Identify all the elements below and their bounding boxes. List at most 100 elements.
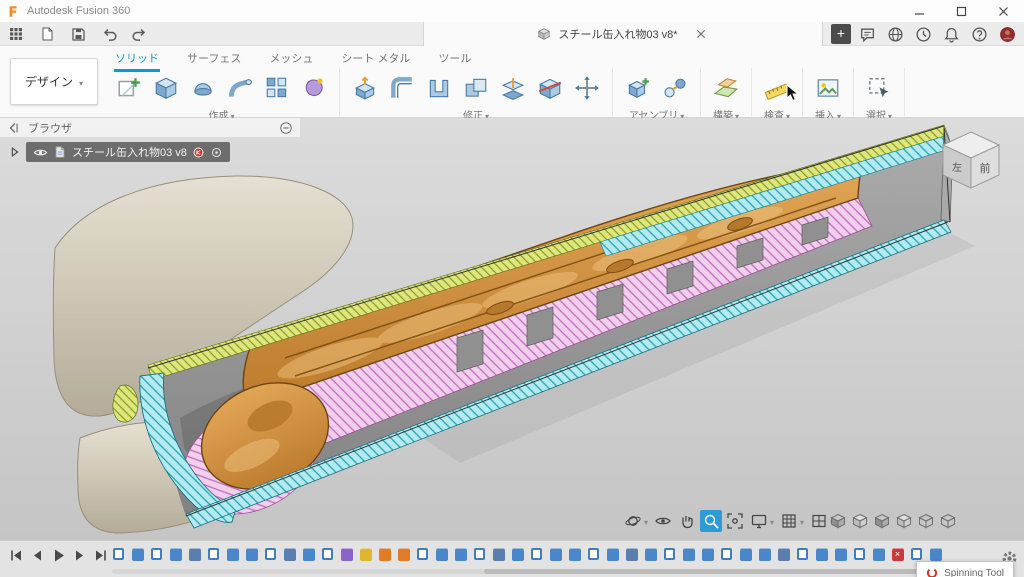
app-grid-button[interactable] bbox=[6, 24, 26, 44]
timeline-feature-feature[interactable] bbox=[511, 546, 524, 562]
primitive-box-button[interactable] bbox=[149, 69, 183, 107]
move-copy-button[interactable] bbox=[570, 69, 604, 107]
go-to-end-button[interactable] bbox=[92, 547, 109, 564]
timeline-feature-feature[interactable] bbox=[682, 546, 695, 562]
timeline-feature-appearance[interactable] bbox=[397, 546, 410, 562]
dropdown-caret-icon[interactable] bbox=[768, 512, 774, 530]
construction-plane-button[interactable] bbox=[709, 69, 743, 107]
timeline-feature-appearance[interactable] bbox=[378, 546, 391, 562]
timeline-feature-feature[interactable] bbox=[359, 546, 372, 562]
cube-solid-button[interactable] bbox=[874, 513, 890, 529]
orbit-button[interactable] bbox=[622, 510, 650, 532]
cube-light-button[interactable] bbox=[896, 513, 912, 529]
pan-button[interactable] bbox=[676, 510, 698, 532]
timeline-feature-feature[interactable] bbox=[606, 546, 619, 562]
timeline-feature-feature[interactable] bbox=[872, 546, 885, 562]
timeline-feature-sketch[interactable] bbox=[207, 546, 220, 562]
grid-display-button[interactable] bbox=[778, 510, 806, 532]
timeline-feature-sketch[interactable] bbox=[663, 546, 676, 562]
browser-header[interactable]: ブラウザ bbox=[0, 118, 300, 137]
timeline-feature-feature[interactable] bbox=[625, 546, 638, 562]
timeline-feature-feature[interactable] bbox=[169, 546, 182, 562]
split-body-button[interactable] bbox=[533, 69, 567, 107]
timeline-feature-feature[interactable] bbox=[701, 546, 714, 562]
dropdown-caret-icon[interactable] bbox=[642, 512, 648, 530]
timeline-feature-sketch[interactable] bbox=[530, 546, 543, 562]
visibility-eye-icon[interactable] bbox=[33, 145, 48, 160]
look-at-button[interactable] bbox=[652, 510, 674, 532]
timeline-feature-sketch[interactable] bbox=[587, 546, 600, 562]
sweep-button[interactable] bbox=[223, 69, 257, 107]
timeline-feature-feature[interactable] bbox=[777, 546, 790, 562]
timeline-feature-feature[interactable] bbox=[929, 546, 942, 562]
timeline-feature-feature[interactable] bbox=[492, 546, 505, 562]
new-component-button[interactable] bbox=[621, 69, 655, 107]
help-button[interactable] bbox=[970, 25, 988, 43]
viewcube[interactable]: 左 前 bbox=[932, 124, 1010, 202]
redo-button[interactable] bbox=[130, 24, 150, 44]
timeline-feature-feature[interactable] bbox=[435, 546, 448, 562]
timeline-feature-sketch[interactable] bbox=[150, 546, 163, 562]
undo-button[interactable] bbox=[99, 24, 119, 44]
timeline-feature-sketch[interactable] bbox=[853, 546, 866, 562]
dropdown-caret-icon[interactable] bbox=[798, 512, 804, 530]
rectangular-pattern-button[interactable] bbox=[260, 69, 294, 107]
display-settings-button[interactable] bbox=[748, 510, 776, 532]
go-to-start-button[interactable] bbox=[8, 547, 25, 564]
new-tab-button[interactable]: + bbox=[831, 24, 851, 44]
cube-light-button[interactable] bbox=[852, 513, 868, 529]
timeline-feature-delete[interactable]: × bbox=[891, 546, 904, 562]
timeline-feature-sketch[interactable] bbox=[720, 546, 733, 562]
timeline-scrollbar[interactable] bbox=[112, 569, 998, 574]
timeline-feature-sketch[interactable] bbox=[796, 546, 809, 562]
minimize-panel-icon[interactable] bbox=[279, 121, 293, 135]
tab-close-button[interactable] bbox=[693, 26, 709, 42]
viewport[interactable]: ブラウザ スチール缶入れ物03 v8 左 前 bbox=[0, 118, 1024, 540]
select-button[interactable] bbox=[862, 69, 896, 107]
model-canvas[interactable] bbox=[0, 118, 1024, 540]
file-menu-button[interactable] bbox=[37, 24, 57, 44]
timeline-feature-form[interactable] bbox=[340, 546, 353, 562]
notification-bell-button[interactable] bbox=[942, 25, 960, 43]
timeline-feature-feature[interactable] bbox=[834, 546, 847, 562]
timeline-feature-feature[interactable] bbox=[131, 546, 144, 562]
shell-button[interactable] bbox=[422, 69, 456, 107]
minimize-button[interactable] bbox=[898, 0, 940, 22]
play-button[interactable] bbox=[50, 547, 67, 564]
timeline-feature-feature[interactable] bbox=[815, 546, 828, 562]
cube-outline-button[interactable] bbox=[918, 513, 934, 529]
offset-face-button[interactable] bbox=[496, 69, 530, 107]
expand-arrow-icon[interactable] bbox=[8, 145, 22, 159]
close-button[interactable] bbox=[982, 0, 1024, 22]
timeline-feature-sketch[interactable] bbox=[416, 546, 429, 562]
history-button[interactable] bbox=[914, 25, 932, 43]
measure-button[interactable] bbox=[760, 69, 794, 107]
revolve-button[interactable] bbox=[186, 69, 220, 107]
timeline-feature-feature[interactable] bbox=[226, 546, 239, 562]
cube-outline-button[interactable] bbox=[940, 513, 956, 529]
cube-solid-button[interactable] bbox=[830, 513, 846, 529]
timeline-feature-sketch[interactable] bbox=[264, 546, 277, 562]
timeline-feature-feature[interactable] bbox=[454, 546, 467, 562]
timeline-feature-feature[interactable] bbox=[568, 546, 581, 562]
timeline-feature-feature[interactable] bbox=[758, 546, 771, 562]
comment-button[interactable] bbox=[858, 25, 876, 43]
collapse-panel-icon[interactable] bbox=[7, 121, 21, 135]
create-sketch-button[interactable] bbox=[112, 69, 146, 107]
workspace-selector[interactable]: デザイン bbox=[10, 58, 98, 105]
joint-button[interactable] bbox=[658, 69, 692, 107]
timeline-feature-feature[interactable] bbox=[188, 546, 201, 562]
step-forward-button[interactable] bbox=[71, 547, 88, 564]
create-form-button[interactable] bbox=[297, 69, 331, 107]
save-button[interactable] bbox=[68, 24, 88, 44]
step-back-button[interactable] bbox=[29, 547, 46, 564]
web-button[interactable] bbox=[886, 25, 904, 43]
timeline-feature-sketch[interactable] bbox=[321, 546, 334, 562]
timeline-feature-sketch[interactable] bbox=[112, 546, 125, 562]
viewcube-front-label[interactable]: 前 bbox=[980, 161, 991, 175]
viewcube-left-label[interactable]: 左 bbox=[952, 161, 962, 174]
timeline-feature-feature[interactable] bbox=[302, 546, 315, 562]
document-tab[interactable]: スチール缶入れ物03 v8* bbox=[423, 22, 823, 46]
press-pull-button[interactable] bbox=[348, 69, 382, 107]
timeline-feature-sketch[interactable] bbox=[473, 546, 486, 562]
